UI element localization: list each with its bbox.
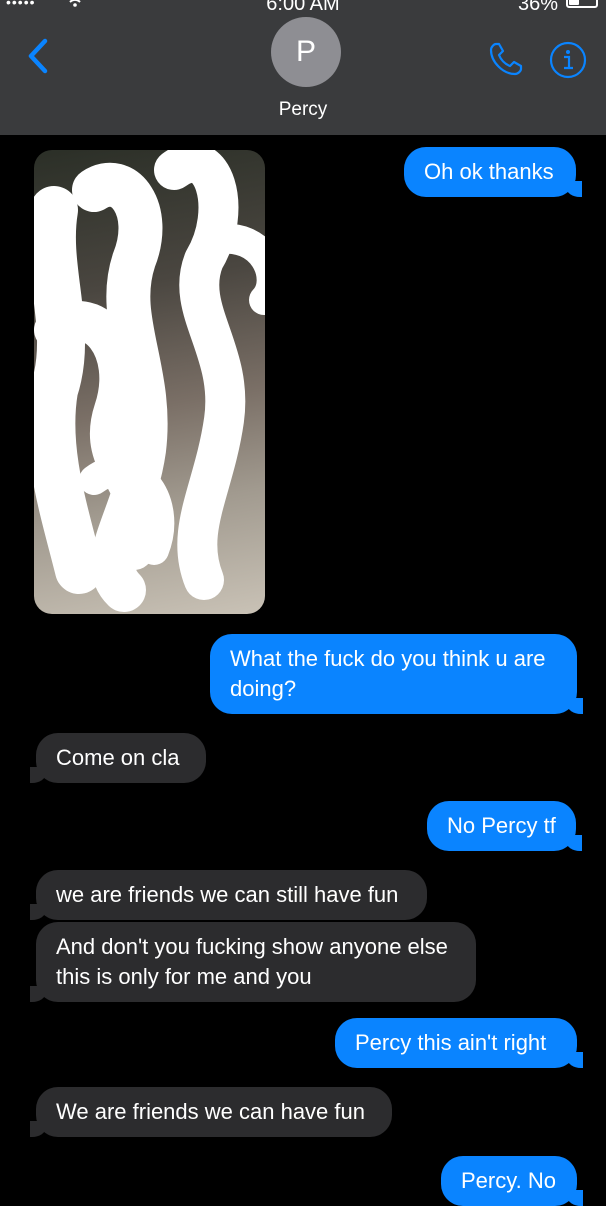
contact-avatar[interactable]: P xyxy=(271,17,341,87)
message-text: Percy. No xyxy=(461,1168,556,1193)
message-text: Come on cla xyxy=(56,745,180,770)
message-received[interactable]: We are friends we can have fun xyxy=(30,1087,392,1137)
message-sent[interactable]: Percy this ain't right xyxy=(335,1018,583,1068)
phone-icon xyxy=(489,42,523,76)
info-button[interactable] xyxy=(548,40,588,80)
status-bar: ••••• 6:00 AM 36% xyxy=(0,0,606,16)
redaction-scribble xyxy=(34,150,265,612)
back-button[interactable] xyxy=(18,36,58,76)
info-icon xyxy=(549,41,587,79)
message-text: we are friends we can still have fun xyxy=(56,882,399,907)
message-sent[interactable]: What the fuck do you think u are doing? xyxy=(210,634,583,714)
status-time: 6:00 AM xyxy=(266,0,340,15)
message-text: Percy this ain't right xyxy=(355,1030,547,1055)
message-received[interactable]: And don't you fucking show anyone else t… xyxy=(30,922,476,1002)
message-received[interactable]: Come on cla xyxy=(30,733,206,783)
message-text: And don't you fucking show anyone else t… xyxy=(56,934,448,989)
battery-percentage: 36% xyxy=(517,0,558,15)
message-sent[interactable]: Oh ok thanks xyxy=(404,147,582,197)
contact-name[interactable]: Percy xyxy=(0,99,606,121)
message-text: Oh ok thanks xyxy=(424,159,554,184)
battery-icon xyxy=(566,0,598,8)
message-photo[interactable] xyxy=(34,150,265,614)
message-text: No Percy tf xyxy=(447,813,556,838)
message-sent[interactable]: No Percy tf xyxy=(427,801,582,851)
message-sent[interactable]: Percy. No xyxy=(441,1156,583,1206)
message-received[interactable]: we are friends we can still have fun xyxy=(30,870,427,920)
message-text: We are friends we can have fun xyxy=(56,1099,365,1124)
conversation-header: ••••• 6:00 AM 36% P Percy xyxy=(0,0,606,135)
call-button[interactable] xyxy=(487,40,525,78)
message-text: What the fuck do you think u are doing? xyxy=(230,646,546,701)
chevron-left-icon xyxy=(28,38,48,74)
